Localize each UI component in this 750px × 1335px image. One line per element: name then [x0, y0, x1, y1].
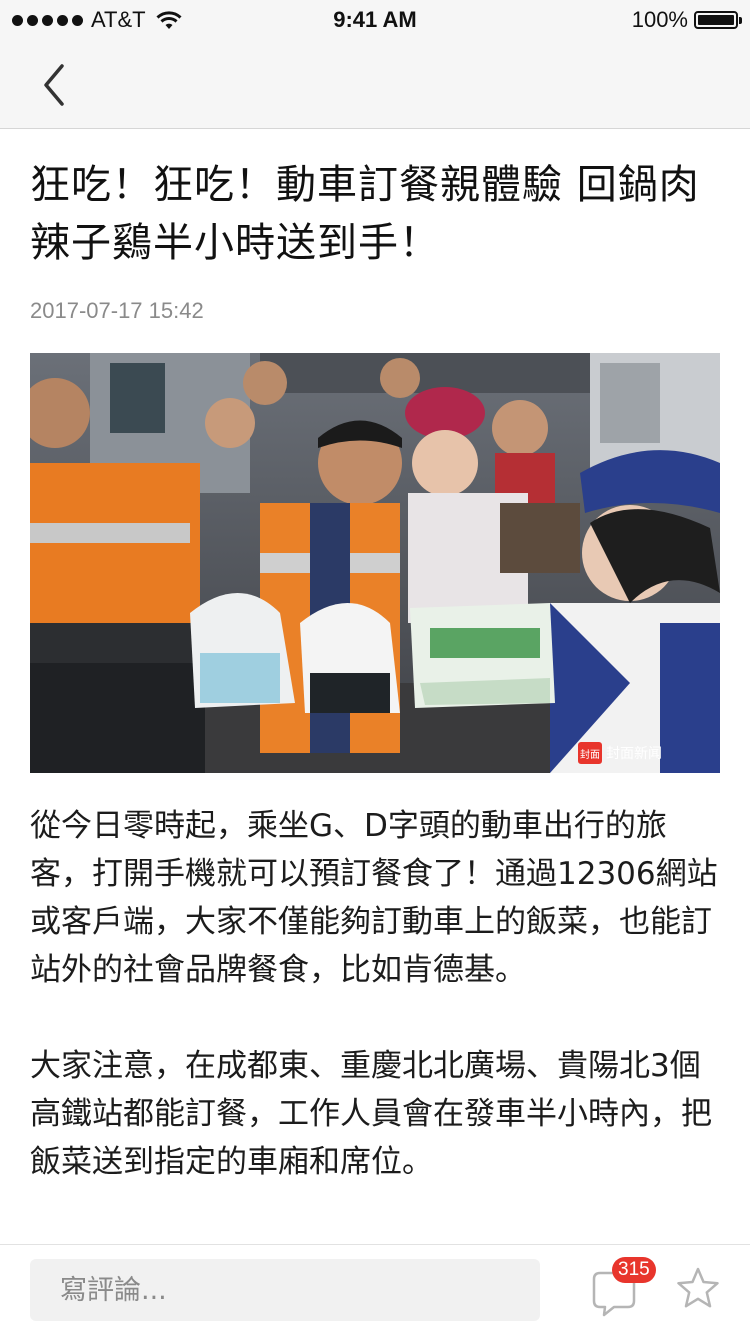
article-paragraph: 大家注意，在成都東、重慶北北廣場、貴陽北3個高鐵站都能訂餐，工作人員會在發車半小… [30, 1048, 712, 1180]
star-icon [677, 1267, 719, 1308]
status-right: 100% [631, 7, 742, 33]
article-body: 從今日零時起，乘坐G、D字頭的動車出行的旅客，打開手機就可以預訂餐食了！通過12… [30, 802, 720, 1234]
comment-input[interactable] [30, 1259, 540, 1321]
article-date: 2017-07-17 15:42 [30, 298, 204, 323]
battery-percent: 100% [631, 7, 688, 32]
article-title: 狂吃！狂吃！動車訂餐親體驗 回鍋肉辣子鷄半小時送到手！ [30, 162, 700, 266]
svg-text:封面: 封面 [580, 748, 600, 761]
navigation-bar [0, 40, 750, 129]
photo-watermark: 封面新闻 [606, 746, 662, 762]
comment-count-badge: 315 [612, 1257, 656, 1283]
bottom-toolbar: 315 [0, 1244, 750, 1335]
article-photo: 封面 封面新闻 [30, 353, 720, 773]
battery-icon [694, 11, 742, 29]
chevron-left-icon [44, 64, 64, 106]
favorite-button[interactable] [674, 1265, 722, 1313]
status-bar: AT&T 9:41 AM 100% [0, 0, 750, 40]
back-button[interactable] [30, 60, 80, 110]
article-paragraph: 從今日零時起，乘坐G、D字頭的動車出行的旅客，打開手機就可以預訂餐食了！通過12… [30, 808, 718, 988]
